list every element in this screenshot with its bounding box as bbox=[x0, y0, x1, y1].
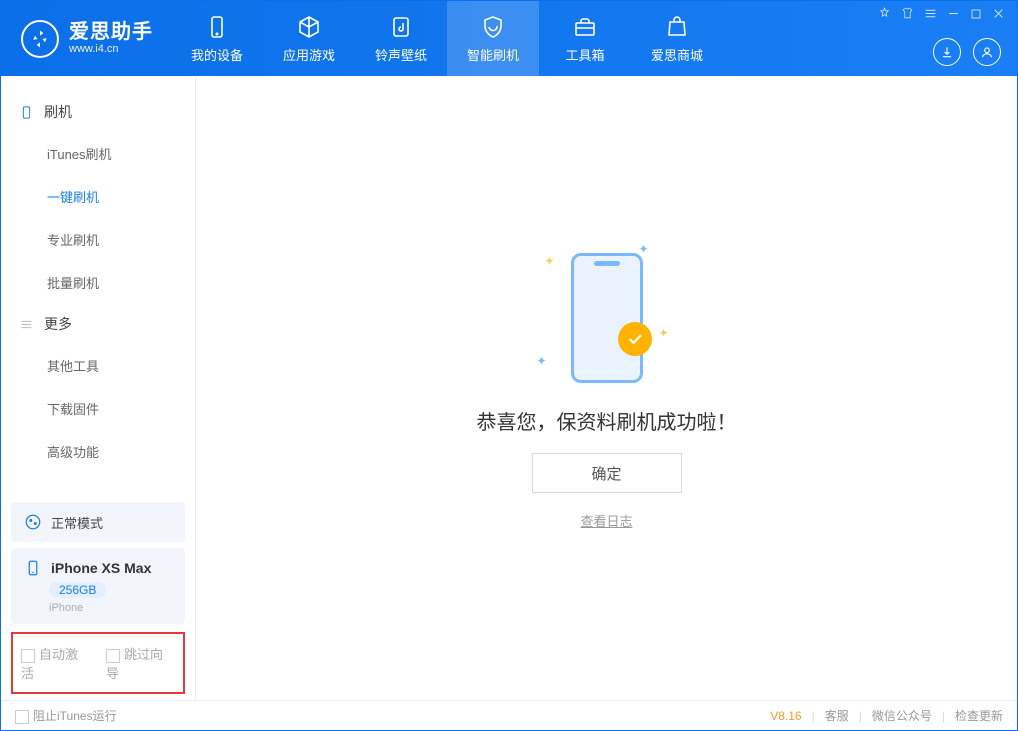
auto-activate-checkbox[interactable]: 自动激活 bbox=[21, 644, 90, 682]
device-icon bbox=[23, 558, 43, 578]
bag-icon bbox=[664, 14, 690, 40]
check-update-link[interactable]: 检查更新 bbox=[955, 707, 1003, 724]
account-button[interactable] bbox=[973, 38, 1001, 66]
sparkle-icon: ✦ bbox=[658, 326, 668, 340]
logo-icon bbox=[21, 20, 59, 58]
mode-icon bbox=[23, 512, 43, 532]
nav-label: 我的设备 bbox=[191, 45, 243, 64]
menu-icon[interactable] bbox=[924, 7, 937, 23]
block-itunes-checkbox[interactable]: 阻止iTunes运行 bbox=[15, 707, 117, 724]
success-check-icon bbox=[618, 322, 652, 356]
support-link[interactable]: 客服 bbox=[825, 707, 849, 724]
wechat-link[interactable]: 微信公众号 bbox=[872, 707, 932, 724]
nav-label: 铃声壁纸 bbox=[375, 45, 427, 64]
nav-label: 智能刷机 bbox=[467, 45, 519, 64]
maximize-button[interactable] bbox=[970, 8, 982, 23]
feedback-icon[interactable] bbox=[878, 7, 891, 23]
sidebar-item-other-tools[interactable]: 其他工具 bbox=[1, 344, 195, 387]
nav-ringtones[interactable]: 铃声壁纸 bbox=[355, 1, 447, 76]
sidebar-item-download-firmware[interactable]: 下载固件 bbox=[1, 387, 195, 430]
sidebar-item-batch-flash[interactable]: 批量刷机 bbox=[1, 261, 195, 304]
cube-icon bbox=[296, 14, 322, 40]
sidebar-item-itunes-flash[interactable]: iTunes刷机 bbox=[1, 132, 195, 175]
sparkle-icon: ✦ bbox=[638, 242, 648, 256]
success-message: 恭喜您，保资料刷机成功啦！ bbox=[477, 406, 737, 435]
toolbox-icon bbox=[572, 14, 598, 40]
sparkle-icon: ✦ bbox=[545, 254, 555, 268]
app-header: 爱思助手 www.i4.cn 我的设备 应用游戏 铃声壁纸 智能刷机 工具箱 爱… bbox=[1, 1, 1017, 76]
app-title: 爱思助手 bbox=[69, 21, 153, 43]
nav-smart-flash[interactable]: 智能刷机 bbox=[447, 1, 539, 76]
sidebar-item-advanced[interactable]: 高级功能 bbox=[1, 430, 195, 473]
device-name: iPhone XS Max bbox=[51, 560, 151, 576]
music-icon bbox=[388, 14, 414, 40]
skip-guide-checkbox[interactable]: 跳过向导 bbox=[106, 644, 175, 682]
flash-options-highlight: 自动激活 跳过向导 bbox=[11, 632, 185, 694]
nav-toolbox[interactable]: 工具箱 bbox=[539, 1, 631, 76]
sidebar-group-flash: 刷机 bbox=[1, 92, 195, 132]
shield-refresh-icon bbox=[480, 14, 506, 40]
phone-icon bbox=[204, 14, 230, 40]
device-type: iPhone bbox=[49, 602, 83, 614]
view-log-link[interactable]: 查看日志 bbox=[580, 511, 632, 530]
success-illustration: ✦ ✦ ✦ ✦ bbox=[527, 248, 687, 388]
close-button[interactable] bbox=[992, 7, 1005, 23]
nav-my-device[interactable]: 我的设备 bbox=[171, 1, 263, 76]
mode-card[interactable]: 正常模式 bbox=[11, 502, 185, 542]
phone-outline-icon bbox=[19, 105, 34, 120]
ok-button[interactable]: 确定 bbox=[532, 453, 682, 493]
device-storage-badge: 256GB bbox=[49, 582, 106, 598]
skin-icon[interactable] bbox=[901, 7, 914, 23]
download-manager-button[interactable] bbox=[933, 38, 961, 66]
window-controls bbox=[878, 7, 1005, 23]
mode-label: 正常模式 bbox=[51, 513, 103, 532]
version-label: V8.16 bbox=[770, 709, 801, 723]
sparkle-icon: ✦ bbox=[537, 354, 547, 368]
nav-label: 应用游戏 bbox=[283, 45, 335, 64]
app-logo: 爱思助手 www.i4.cn bbox=[1, 20, 171, 58]
nav-label: 爱思商城 bbox=[651, 45, 703, 64]
minimize-button[interactable] bbox=[947, 7, 960, 23]
main-content: ✦ ✦ ✦ ✦ 恭喜您，保资料刷机成功啦！ 确定 查看日志 bbox=[196, 76, 1017, 702]
sidebar-group-more: 更多 bbox=[1, 304, 195, 344]
top-nav: 我的设备 应用游戏 铃声壁纸 智能刷机 工具箱 爱思商城 bbox=[171, 1, 723, 76]
nav-label: 工具箱 bbox=[565, 45, 604, 64]
sidebar-item-oneclick-flash[interactable]: 一键刷机 bbox=[1, 175, 195, 218]
status-bar: 阻止iTunes运行 V8.16 | 客服 | 微信公众号 | 检查更新 bbox=[1, 700, 1017, 730]
list-icon bbox=[19, 317, 34, 332]
nav-apps-games[interactable]: 应用游戏 bbox=[263, 1, 355, 76]
sidebar-item-pro-flash[interactable]: 专业刷机 bbox=[1, 218, 195, 261]
app-subtitle: www.i4.cn bbox=[69, 43, 153, 55]
device-card[interactable]: iPhone XS Max 256GB iPhone bbox=[11, 548, 185, 624]
phone-illustration-icon bbox=[571, 253, 643, 383]
nav-store[interactable]: 爱思商城 bbox=[631, 1, 723, 76]
sidebar: 刷机 iTunes刷机 一键刷机 专业刷机 批量刷机 更多 其他工具 下载固件 … bbox=[1, 76, 196, 702]
